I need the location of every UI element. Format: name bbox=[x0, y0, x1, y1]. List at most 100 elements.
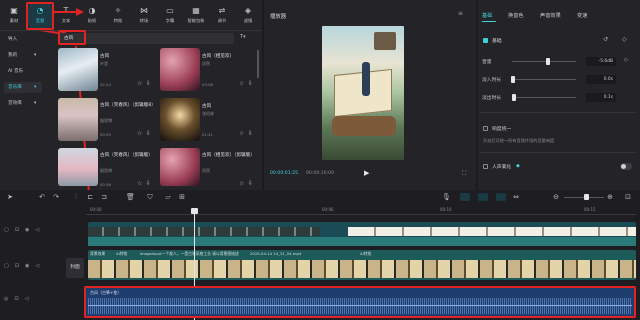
player-title: 播放器 bbox=[270, 14, 287, 20]
split-left-icon[interactable]: ⊏ bbox=[86, 193, 94, 201]
category-mine[interactable]: 我的 ▾ bbox=[4, 50, 42, 61]
menu-icon[interactable]: ≡ bbox=[458, 10, 463, 17]
eye-icon[interactable]: ◉ bbox=[25, 263, 29, 271]
lock-icon[interactable]: ⊡ bbox=[15, 227, 19, 235]
tab-basic[interactable]: 基础 bbox=[482, 12, 492, 19]
tab-speed[interactable]: 变速 bbox=[577, 12, 587, 19]
download-icon[interactable]: ⇩ bbox=[146, 181, 152, 187]
link-toggle[interactable] bbox=[478, 193, 488, 201]
clip-caption: 2025-04-14 14_31_04.mp4 bbox=[250, 251, 302, 256]
ruler-label: 00:06 bbox=[322, 207, 334, 212]
delete-icon[interactable]: 🗑 bbox=[126, 193, 135, 201]
download-icon[interactable]: ⇩ bbox=[248, 131, 254, 137]
category-music-library[interactable]: 音乐库 ▾ bbox=[4, 82, 42, 93]
lock-icon[interactable]: ⊡ bbox=[15, 263, 19, 271]
cover-image bbox=[58, 148, 98, 186]
loudness-description: 开启后可统一所有音频片段的音量响度 bbox=[483, 138, 555, 143]
fade-out-slider-handle[interactable] bbox=[512, 94, 516, 101]
fade-in-slider-handle[interactable] bbox=[511, 76, 515, 83]
cover-image bbox=[160, 148, 200, 186]
lock-icon[interactable]: ▢ bbox=[4, 263, 9, 271]
fit-icon[interactable]: ⊡ bbox=[624, 193, 632, 201]
clip-caption: 背景效果 bbox=[90, 251, 106, 256]
lock-icon[interactable]: ▢ bbox=[4, 227, 9, 235]
toggle-switch[interactable] bbox=[620, 163, 632, 170]
tab-sound-effects[interactable]: 声音效果 bbox=[540, 12, 561, 19]
split-right-icon[interactable]: ⊐ bbox=[100, 193, 108, 201]
microphone-icon[interactable]: 🎙 bbox=[442, 193, 451, 201]
split-icon[interactable]: ⫶ bbox=[72, 193, 80, 201]
star-icon[interactable]: ☆ bbox=[137, 81, 143, 87]
timeline-ruler bbox=[86, 214, 636, 215]
preview-axis-toggle[interactable] bbox=[496, 193, 506, 201]
download-icon[interactable]: ⇩ bbox=[146, 81, 152, 87]
list-item[interactable]: 古风 张绍林 01:41 ☆ ⇩ bbox=[160, 98, 256, 141]
cover-button[interactable]: 封面 bbox=[66, 258, 84, 278]
list-item[interactable]: 古风 叶里 02:24 ☆ ⇩ bbox=[58, 48, 154, 91]
magnet-toggle[interactable] bbox=[460, 193, 470, 201]
audio-wave-icon[interactable]: ◎ bbox=[4, 296, 8, 304]
filter-button[interactable]: T▾ bbox=[240, 34, 256, 43]
scrollbar[interactable] bbox=[257, 50, 259, 78]
star-icon[interactable]: ☆ bbox=[137, 131, 143, 137]
audio-icon[interactable]: ◁ bbox=[35, 263, 39, 271]
download-icon[interactable]: ⇩ bbox=[248, 181, 254, 187]
track-header-text: ▢ ⊡ ◉ ◁ bbox=[4, 227, 62, 235]
star-icon[interactable]: ☆ bbox=[239, 131, 245, 137]
redo-icon[interactable]: ↷ bbox=[52, 193, 60, 201]
star-icon[interactable]: ☆ bbox=[137, 181, 143, 187]
play-icon[interactable]: ▶ bbox=[364, 169, 369, 177]
download-icon[interactable]: ⇩ bbox=[248, 81, 254, 87]
ruler-label: 00:15 bbox=[584, 207, 596, 212]
keyframe-icon[interactable]: ◇ bbox=[624, 57, 628, 63]
fade-out-slider[interactable] bbox=[512, 97, 576, 98]
fade-in-value[interactable]: 0.0s bbox=[586, 75, 616, 84]
list-item[interactable]: 古风（笑春风）（剪辑版） 殷思博 00:56 ☆ ⇩ bbox=[58, 148, 154, 191]
star-icon[interactable]: ☆ bbox=[239, 181, 245, 187]
shield-icon[interactable]: ⛉ bbox=[146, 193, 154, 201]
checkbox-loudness[interactable] bbox=[483, 126, 488, 131]
reset-icon[interactable]: ↺ bbox=[603, 36, 608, 43]
undo-icon[interactable]: ↶ bbox=[38, 193, 46, 201]
fullscreen-icon[interactable]: ⛶ bbox=[462, 170, 466, 178]
volume-value[interactable]: -5.6dB bbox=[586, 57, 616, 66]
section-basic-label: 基础 bbox=[492, 39, 502, 44]
playhead-handle[interactable] bbox=[191, 208, 198, 214]
category-import[interactable]: 导入 bbox=[4, 34, 42, 45]
lock-icon[interactable]: ⊡ bbox=[14, 296, 18, 304]
marker-icon[interactable]: ▱ bbox=[164, 193, 172, 201]
checkbox-basic[interactable] bbox=[483, 38, 488, 43]
checkbox-voice-enhance[interactable] bbox=[483, 164, 488, 169]
cover-image bbox=[160, 48, 200, 91]
fade-in-slider[interactable] bbox=[512, 79, 576, 80]
list-item[interactable]: 古风（相见欢）（剪辑版） 初然 ☆ ⇩ bbox=[160, 148, 256, 191]
star-icon[interactable]: ☆ bbox=[239, 81, 245, 87]
zoom-out-icon[interactable]: ⊖ bbox=[552, 193, 560, 201]
zoom-slider-handle[interactable] bbox=[584, 194, 589, 200]
divider bbox=[480, 112, 636, 113]
chevron-down-icon: ▾ bbox=[243, 34, 246, 40]
audio-icon[interactable]: ◁ bbox=[25, 296, 29, 304]
list-item[interactable]: 古风（笑春风）（剪辑版8） 殷思博 00:55 ☆ ⇩ bbox=[58, 98, 156, 141]
category-sound-effects[interactable]: 音效库 ▾ bbox=[4, 98, 42, 109]
volume-slider[interactable] bbox=[512, 61, 576, 62]
volume-slider-handle[interactable] bbox=[546, 58, 550, 65]
eye-icon[interactable]: ◉ bbox=[25, 227, 29, 235]
voice-enhance-label: 人声美化 bbox=[492, 165, 512, 170]
list-item[interactable]: 古风（相见欢） 初然 03:08 ☆ ⇩ bbox=[160, 48, 256, 91]
fade-out-value[interactable]: 0.1s bbox=[586, 93, 616, 102]
cursor-icon[interactable]: ➤ bbox=[6, 193, 14, 201]
category-ai-music[interactable]: AI 音乐 bbox=[4, 66, 42, 77]
vip-diamond-icon: ◆ bbox=[516, 163, 520, 169]
download-icon[interactable]: ⇩ bbox=[146, 131, 152, 137]
keyframe-icon[interactable]: ◇ bbox=[622, 36, 627, 43]
zoom-in-icon[interactable]: ⊕ bbox=[606, 193, 614, 201]
tab-voice-change[interactable]: 换音色 bbox=[508, 12, 524, 19]
video-editor-window: { "toolbar": { "items": [ {"label": "素材"… bbox=[0, 0, 640, 320]
freeze-icon[interactable]: ⊞ bbox=[178, 193, 186, 201]
audio-icon[interactable]: ◁ bbox=[35, 227, 39, 235]
fade-in-label: 淡入时长 bbox=[482, 78, 502, 83]
align-icon[interactable]: ⇔ bbox=[512, 193, 520, 201]
chevron-down-icon: ▾ bbox=[34, 53, 37, 58]
track-header-audio: ◎ ⊡ ◁ bbox=[4, 296, 62, 304]
